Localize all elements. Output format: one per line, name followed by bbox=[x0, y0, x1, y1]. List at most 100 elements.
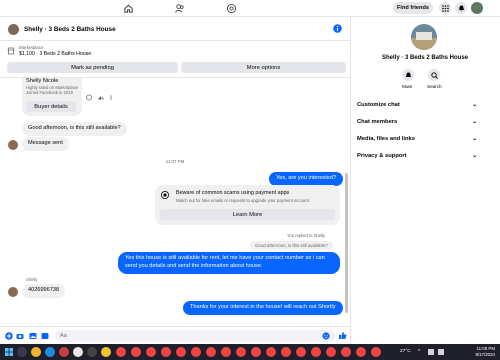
app-icon[interactable] bbox=[59, 347, 69, 357]
chevron-up-icon[interactable]: ^ bbox=[418, 349, 420, 355]
sender-avatar bbox=[8, 287, 18, 297]
reply-context-label: You replied to Shelly bbox=[287, 233, 326, 238]
bell-icon bbox=[458, 5, 464, 11]
profile-picture bbox=[411, 24, 437, 50]
chrome-icon[interactable] bbox=[161, 347, 171, 357]
warning-icon bbox=[161, 191, 169, 199]
accordion-media-files-links[interactable]: Media, files and links ⌄ bbox=[357, 136, 477, 142]
chrome-icon[interactable] bbox=[206, 347, 216, 357]
seller-name: Shelly Nicole bbox=[26, 78, 59, 84]
thumbs-up-icon[interactable] bbox=[338, 331, 347, 340]
search-taskbar-icon[interactable] bbox=[17, 347, 27, 357]
mute-label: Mute bbox=[402, 84, 413, 89]
sender-label: Shelly bbox=[26, 277, 38, 282]
notifications-button[interactable] bbox=[455, 2, 467, 14]
chrome-icon[interactable] bbox=[266, 347, 276, 357]
buyer-details-button[interactable]: Buyer details bbox=[26, 101, 76, 112]
conversation-avatar bbox=[8, 24, 19, 35]
message-actions[interactable] bbox=[86, 94, 126, 101]
incoming-message[interactable]: Message sent bbox=[22, 137, 69, 151]
marketplace-icon bbox=[7, 47, 15, 55]
seller-joined: Joined Facebook in 2019 bbox=[26, 90, 73, 95]
clock-date[interactable]: 9/17/2024 bbox=[465, 352, 495, 357]
message-input[interactable]: Aa bbox=[55, 330, 335, 342]
reply-icon bbox=[98, 96, 104, 100]
camera-icon[interactable] bbox=[16, 332, 24, 340]
outgoing-message[interactable]: Thanks for your interest in the house! w… bbox=[183, 301, 343, 315]
chrome-icon[interactable] bbox=[281, 347, 291, 357]
chrome-icon[interactable] bbox=[311, 347, 321, 357]
app-icon[interactable] bbox=[87, 347, 97, 357]
weather-temp[interactable]: 27°C bbox=[400, 349, 411, 354]
clock-time[interactable]: 11:08 PM bbox=[465, 346, 495, 351]
search-icon bbox=[430, 71, 438, 79]
windows-start-icon[interactable] bbox=[5, 348, 13, 356]
chrome-icon[interactable] bbox=[176, 347, 186, 357]
chrome-icon[interactable] bbox=[341, 347, 351, 357]
accordion-label: Privacy & support bbox=[357, 153, 407, 159]
chrome-icon[interactable] bbox=[296, 347, 306, 357]
panel-title: Shelly · 3 Beds 2 Baths House bbox=[381, 55, 469, 61]
more-options-button[interactable]: More options bbox=[181, 62, 346, 73]
mute-button[interactable] bbox=[402, 69, 414, 81]
volume-icon[interactable] bbox=[438, 349, 444, 355]
chrome-icon[interactable] bbox=[221, 347, 231, 357]
chrome-icon[interactable] bbox=[116, 347, 126, 357]
groups-icon[interactable] bbox=[226, 3, 237, 14]
marketplace-label: Marketplace bbox=[19, 45, 44, 50]
file-explorer-icon[interactable] bbox=[31, 347, 41, 357]
scam-warning-body: Watch out for fake emails or requests to… bbox=[176, 198, 310, 203]
friends-icon[interactable] bbox=[174, 3, 185, 14]
emoji-icon[interactable] bbox=[322, 332, 330, 340]
bell-icon bbox=[405, 72, 411, 77]
listing-title[interactable]: $1,100 · 3 Beds 2 Baths House bbox=[19, 51, 91, 57]
chrome-icon[interactable] bbox=[191, 347, 201, 357]
sender-avatar bbox=[8, 140, 18, 150]
network-icon[interactable] bbox=[428, 349, 434, 355]
info-icon[interactable] bbox=[333, 24, 342, 33]
home-icon[interactable] bbox=[123, 3, 134, 14]
conversation-details-panel: Shelly · 3 Beds 2 Baths House Mute Searc… bbox=[350, 17, 500, 347]
mark-pending-button[interactable]: Mark as pending bbox=[7, 62, 178, 73]
learn-more-button[interactable]: Learn More bbox=[160, 209, 335, 220]
chevron-down-icon: ⌄ bbox=[472, 119, 477, 125]
chevron-down-icon: ⌄ bbox=[472, 102, 477, 108]
marketplace-listing-bar: Marketplace $1,100 · 3 Beds 2 Baths Hous… bbox=[0, 41, 350, 78]
chrome-icon[interactable] bbox=[371, 347, 381, 357]
plus-icon[interactable] bbox=[5, 332, 13, 340]
accordion-label: Media, files and links bbox=[357, 136, 415, 142]
composer-bar: Aa bbox=[0, 326, 350, 344]
edge-browser-icon[interactable] bbox=[45, 347, 55, 357]
quoted-message: Good afternoon, is this still available? bbox=[250, 241, 333, 250]
app-icon[interactable] bbox=[73, 347, 83, 357]
chrome-icon[interactable] bbox=[236, 347, 246, 357]
chrome-icon[interactable] bbox=[326, 347, 336, 357]
chat-header: Shelly · 3 Beds 2 Baths House bbox=[0, 17, 350, 41]
chat-title[interactable]: Shelly · 3 Beds 2 Baths House bbox=[24, 26, 116, 33]
menu-grid-button[interactable] bbox=[439, 2, 451, 14]
outgoing-message[interactable]: Yes this house is still available for re… bbox=[118, 252, 340, 274]
chevron-down-icon: ⌄ bbox=[472, 136, 477, 142]
gif-icon[interactable] bbox=[41, 332, 49, 340]
chrome-icon[interactable] bbox=[356, 347, 366, 357]
accordion-label: Customize chat bbox=[357, 102, 400, 108]
chrome-icon[interactable] bbox=[251, 347, 261, 357]
chrome-icon[interactable] bbox=[131, 347, 141, 357]
app-icon[interactable] bbox=[101, 347, 111, 357]
accordion-customize-chat[interactable]: Customize chat ⌄ bbox=[357, 102, 477, 108]
profile-avatar-button[interactable] bbox=[471, 2, 483, 14]
message-thread: Shelly Nicole Highly rated on Marketplac… bbox=[0, 78, 350, 326]
accordion-chat-members[interactable]: Chat members ⌄ bbox=[357, 119, 477, 125]
accordion-privacy-support[interactable]: Privacy & support ⌄ bbox=[357, 153, 477, 159]
outgoing-message[interactable]: Yes, are you interested? bbox=[269, 172, 344, 186]
thread-scrollbar[interactable] bbox=[345, 173, 348, 313]
incoming-message[interactable]: 4026996738 bbox=[22, 284, 66, 298]
image-icon[interactable] bbox=[29, 332, 37, 340]
search-button[interactable] bbox=[428, 69, 440, 81]
chrome-icon[interactable] bbox=[146, 347, 156, 357]
find-friends-button[interactable]: Find friends bbox=[393, 2, 433, 14]
top-navigation-bar: Find friends bbox=[0, 0, 500, 17]
chevron-down-icon: ⌄ bbox=[472, 153, 477, 159]
incoming-message[interactable]: Good afternoon, is this still available? bbox=[22, 122, 127, 136]
windows-taskbar: 27°C ^ 11:08 PM 9/17/2024 bbox=[0, 344, 500, 360]
